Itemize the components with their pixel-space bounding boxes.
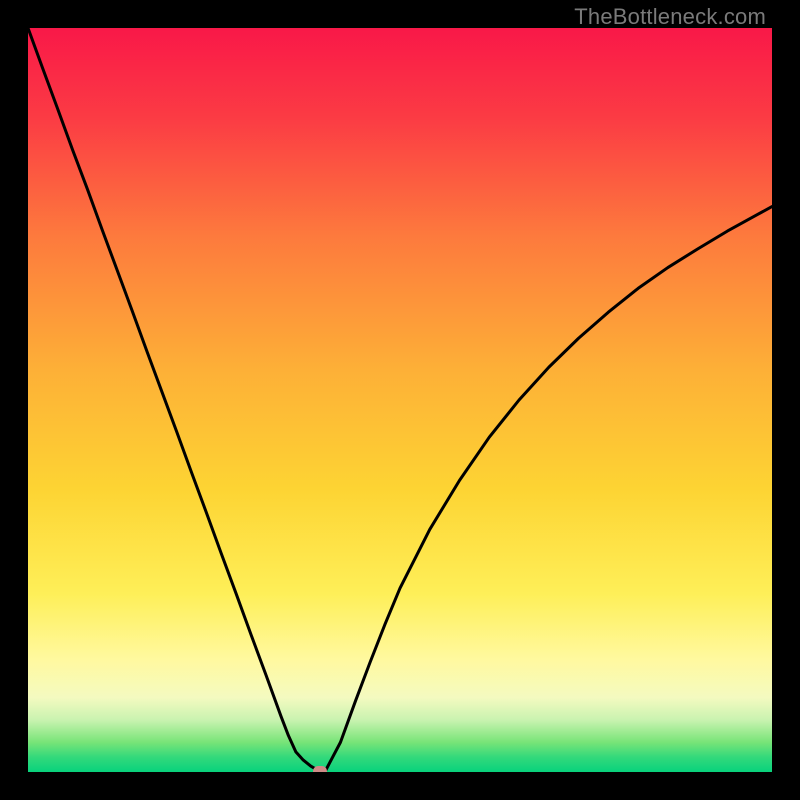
chart-frame [28, 28, 772, 772]
bottleneck-curve [28, 28, 772, 772]
selected-point-marker [313, 766, 327, 773]
watermark-text: TheBottleneck.com [574, 4, 766, 30]
